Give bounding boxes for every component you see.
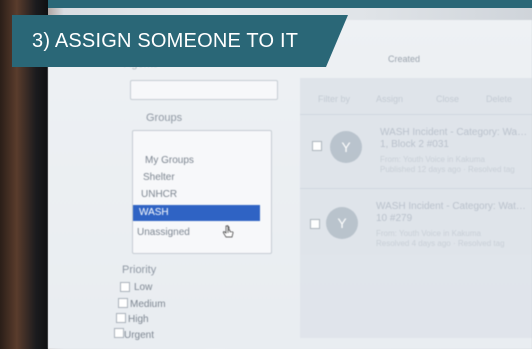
tab-assign[interactable]: Assign [376, 94, 403, 104]
priority-label: Priority [122, 264, 157, 276]
incident-status: Published 12 days ago · Resolved tag [380, 165, 515, 174]
priority-low-label: Low [134, 282, 153, 293]
agents-input[interactable] [130, 80, 278, 100]
priority-high-checkbox[interactable] [116, 313, 126, 323]
priority-medium-checkbox[interactable] [118, 298, 128, 308]
groups-label: Groups [146, 112, 183, 124]
priority-high-label: High [128, 314, 149, 325]
sort-dropdown[interactable]: Created [388, 54, 420, 64]
list-item[interactable]: Y WASH Incident - Category: Wa… 1, Block… [300, 114, 532, 185]
group-option-shelter[interactable]: Shelter [143, 172, 175, 183]
priority-urgent-label: Urgent [124, 330, 155, 341]
priority-urgent-checkbox[interactable] [114, 328, 124, 338]
tab-delete[interactable]: Delete [486, 94, 512, 104]
screenshot-photo: Agents Groups My Groups Shelter UNHCR WA… [0, 0, 532, 349]
row-checkbox[interactable] [312, 141, 322, 151]
top-accent-bar [0, 0, 532, 8]
incident-title[interactable]: WASH Incident - Category: Wa… 1, Block 2… [380, 127, 528, 151]
app-screen: Agents Groups My Groups Shelter UNHCR WA… [48, 20, 532, 349]
group-option-unassigned[interactable]: Unassigned [137, 227, 190, 238]
avatar: Y [330, 131, 362, 163]
incident-source: From: Youth Voice in Kakuma [376, 229, 481, 238]
list-item[interactable]: Y WASH Incident - Category: Wat… 10 #279… [300, 188, 532, 259]
incident-status: Resolved 4 days ago · Resolved tag [376, 239, 505, 248]
tab-filter-by[interactable]: Filter by [318, 94, 350, 104]
group-option-unhcr[interactable]: UNHCR [141, 189, 177, 200]
tab-close[interactable]: Close [436, 94, 459, 104]
filter-pane: Agents Groups My Groups Shelter UNHCR WA… [100, 58, 290, 349]
priority-medium-label: Medium [130, 299, 166, 310]
group-option-wash[interactable]: WASH [133, 205, 260, 221]
incident-source: From: Youth Voice in Kakuma [380, 155, 485, 164]
group-option-my-groups[interactable]: My Groups [145, 155, 194, 166]
list-toolbar: Filter by Assign Close Delete [318, 92, 532, 112]
groups-select[interactable]: My Groups Shelter UNHCR WASH Unassigned [132, 130, 272, 254]
hand-cursor-icon [222, 225, 234, 238]
step-banner: 3) ASSIGN SOMEONE TO IT [12, 15, 349, 67]
row-checkbox[interactable] [310, 219, 320, 229]
priority-low-checkbox[interactable] [120, 282, 130, 292]
incident-title[interactable]: WASH Incident - Category: Wat… 10 #279 [376, 201, 528, 225]
avatar: Y [326, 207, 358, 239]
incident-list: Filter by Assign Close Delete Y WASH Inc… [300, 78, 532, 338]
